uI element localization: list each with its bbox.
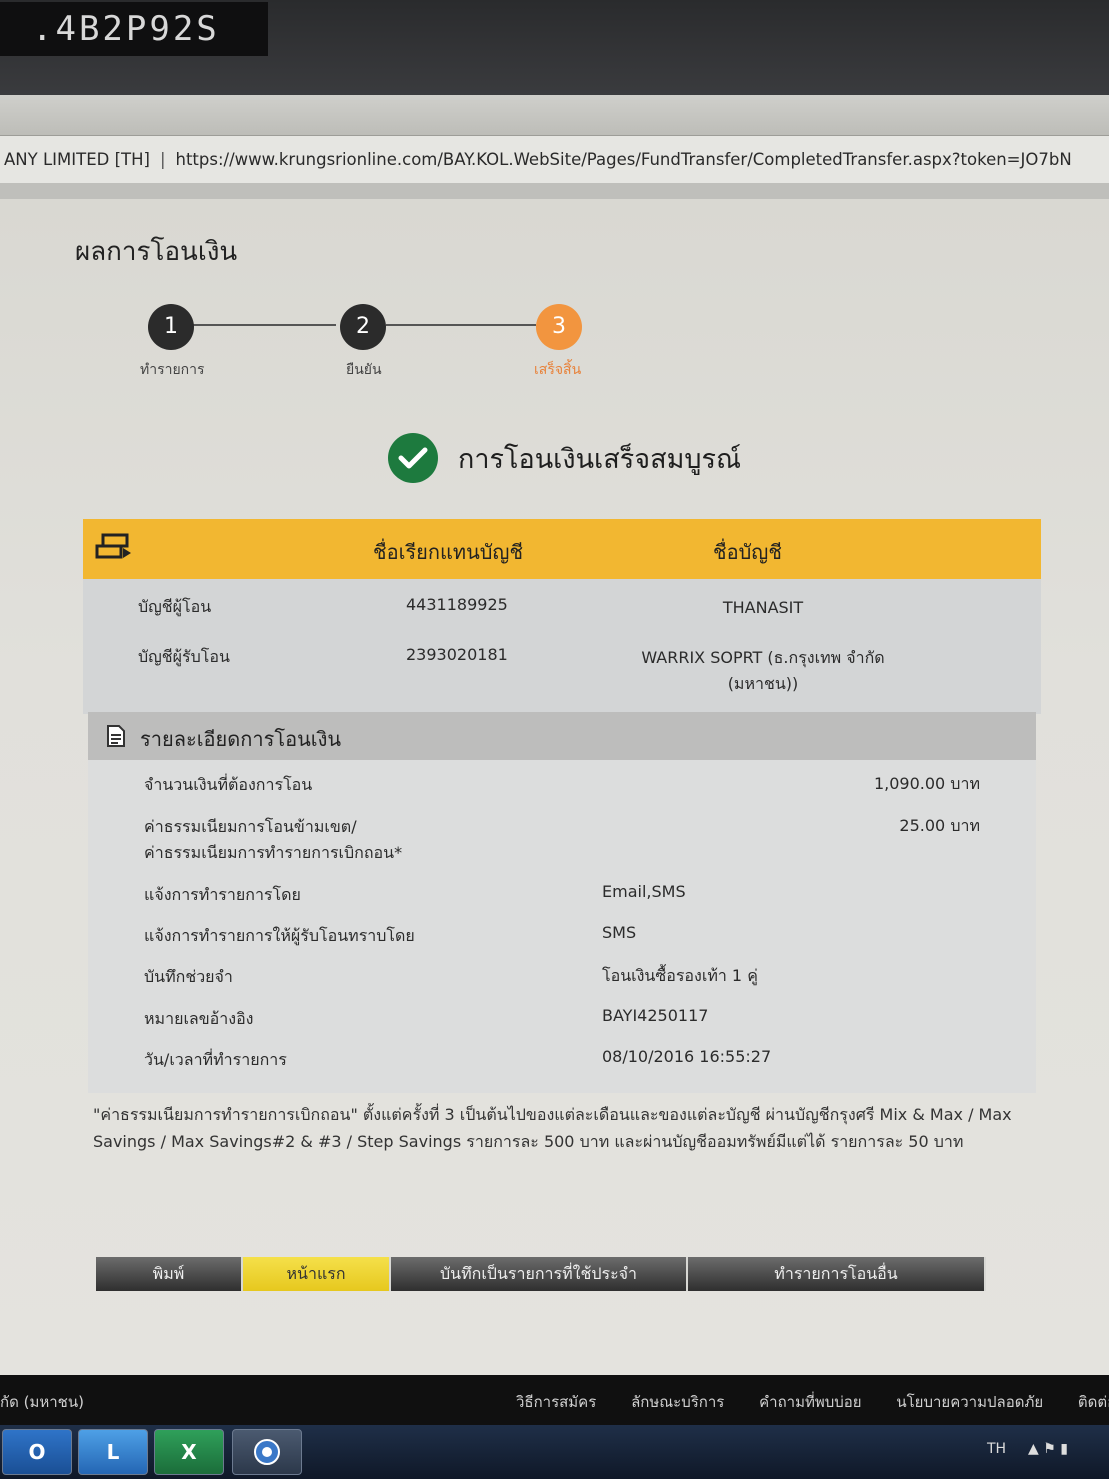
progress-steps: 1 2 3 ทำรายการ ยืนยัน เสร็จสิ้น: [140, 304, 600, 394]
footer-link-register[interactable]: วิธีการสมัคร: [516, 1393, 596, 1411]
header-account-name: ชื่อบัญชี: [713, 540, 782, 564]
details-title: รายละเอียดการโอนเงิน: [140, 727, 342, 751]
notify-value: Email,SMS: [602, 882, 686, 901]
transfer-result-page: ผลการโอนเงิน 1 2 3 ทำรายการ ยืนยัน เสร็จ…: [0, 199, 1109, 1375]
header-nickname: ชื่อเรียกแทนบัญชี: [373, 540, 524, 564]
browser-icon[interactable]: [232, 1429, 302, 1475]
address-separator: |: [159, 150, 166, 169]
fee-value: 25.00 บาท: [899, 816, 980, 835]
home-button[interactable]: หน้าแรก: [243, 1257, 391, 1291]
certificate-label[interactable]: ANY LIMITED [TH]: [0, 150, 150, 169]
receiver-account-name: WARRIX SOPRT (ธ.กรุงเทพ จำกัด (มหาชน)): [633, 645, 893, 697]
address-bar[interactable]: ANY LIMITED [TH] | https://www.krungsrionl…: [0, 135, 1109, 186]
success-message: การโอนเงินเสร็จสมบูรณ์: [458, 443, 742, 475]
footer-link-contact[interactable]: ติดต่อธน: [1078, 1393, 1109, 1411]
fee-label-line1: ค่าธรรมเนียมการโอนข้ามเขต/: [144, 817, 357, 836]
footer-links: วิธีการสมัคร ลักษณะบริการ คำถามที่พบบ่อย…: [516, 1390, 1109, 1414]
os-taskbar: O L X TH ▲ ⚑ ▮: [0, 1425, 1109, 1479]
footer-link-faq[interactable]: คำถามที่พบบ่อย: [759, 1393, 861, 1411]
receiver-name-line1: WARRIX SOPRT (ธ.กรุงเทพ จำกัด: [641, 648, 885, 667]
step-1-circle: 1: [148, 304, 194, 350]
lync-icon[interactable]: L: [78, 1429, 148, 1475]
details-header: รายละเอียดการโอนเงิน: [88, 712, 1036, 760]
site-footer: กัด (มหาชน) วิธีการสมัคร ลักษณะบริการ คำ…: [0, 1375, 1109, 1425]
fee-label: ค่าธรรมเนียมการโอนข้ามเขต/ ค่าธรรมเนียมก…: [144, 814, 402, 866]
step-3-circle: 3: [536, 304, 582, 350]
system-tray-icons[interactable]: ▲ ⚑ ▮: [1028, 1441, 1068, 1457]
datetime-label: วัน/เวลาที่ทำรายการ: [144, 1050, 287, 1069]
browser-toolbar: [0, 183, 1109, 199]
sender-account-name: THANASIT: [722, 598, 804, 617]
reference-value: BAYI4250117: [602, 1006, 709, 1025]
receiver-name-line2: (มหาชน)): [727, 674, 799, 693]
footer-company: กัด (มหาชน): [0, 1393, 84, 1411]
transfer-details: รายละเอียดการโอนเงิน จำนวนเงินที่ต้องการ…: [88, 712, 1036, 1093]
outlook-icon[interactable]: O: [2, 1429, 72, 1475]
step-connector: [386, 324, 536, 326]
fee-label-line2: ค่าธรรมเนียมการทำรายการเบิกถอน*: [144, 843, 403, 862]
memo-value: โอนเงินซื้อรองเท้า 1 คู่: [602, 966, 758, 985]
notify-label: แจ้งการทำรายการโดย: [144, 885, 301, 904]
new-transfer-button[interactable]: ทำรายการโอนอื่น: [688, 1257, 986, 1291]
asset-sticker: .4B2P92S: [0, 2, 268, 56]
transfer-icon: [95, 533, 133, 566]
excel-icon[interactable]: X: [154, 1429, 224, 1475]
datetime-value: 08/10/2016 16:55:27: [602, 1047, 772, 1066]
browser-tabstrip: [0, 95, 1109, 135]
accounts-table-body: บัญชีผู้โอน 4431189925 THANASIT บัญชีผู้…: [83, 579, 1041, 714]
action-bar: พิมพ์ หน้าแรก บันทึกเป็นรายการที่ใช้ประจ…: [96, 1257, 986, 1291]
amount-label: จำนวนเงินที่ต้องการโอน: [144, 775, 313, 794]
receiver-label: บัญชีผู้รับโอน: [138, 647, 230, 666]
sender-label: บัญชีผู้โอน: [138, 597, 212, 616]
sender-account-number: 4431189925: [406, 595, 508, 614]
step-2-circle: 2: [340, 304, 386, 350]
language-indicator[interactable]: TH: [987, 1441, 1006, 1457]
success-banner: การโอนเงินเสร็จสมบูรณ์: [388, 432, 741, 484]
step-3-label: เสร็จสิ้น: [534, 362, 582, 378]
page-title: ผลการโอนเงิน: [75, 237, 238, 267]
step-1-label: ทำรายการ: [140, 362, 205, 378]
notify-recipient-value: SMS: [602, 923, 637, 942]
print-button[interactable]: พิมพ์: [96, 1257, 243, 1291]
amount-value: 1,090.00 บาท: [873, 774, 980, 793]
notify-recipient-label: แจ้งการทำรายการให้ผู้รับโอนทราบโดย: [144, 926, 415, 945]
step-connector: [186, 324, 336, 326]
check-icon: [388, 433, 438, 483]
memo-label: บันทึกช่วยจำ: [144, 967, 233, 986]
footer-link-services[interactable]: ลักษณะบริการ: [631, 1393, 724, 1411]
reference-label: หมายเลขอ้างอิง: [144, 1009, 254, 1028]
accounts-table: ชื่อเรียกแทนบัญชี ชื่อบัญชี บัญชีผู้โอน …: [83, 519, 1041, 714]
step-2-label: ยืนยัน: [346, 362, 382, 378]
save-favorite-button[interactable]: บันทึกเป็นรายการที่ใช้ประจำ: [391, 1257, 688, 1291]
footer-link-security-policy[interactable]: นโยบายความปลอดภัย: [896, 1393, 1043, 1411]
receiver-account-number: 2393020181: [406, 645, 508, 664]
details-body: จำนวนเงินที่ต้องการโอน 1,090.00 บาท ค่าธ…: [88, 760, 1036, 1093]
document-icon: [106, 725, 126, 752]
fee-footnote: "ค่าธรรมเนียมการทำรายการเบิกถอน" ตั้งแต่…: [93, 1105, 1012, 1151]
accounts-table-header: ชื่อเรียกแทนบัญชี ชื่อบัญชี: [83, 519, 1041, 579]
url-text[interactable]: https://www.krungsrionline.com/BAY.KOL.W…: [176, 150, 1072, 169]
